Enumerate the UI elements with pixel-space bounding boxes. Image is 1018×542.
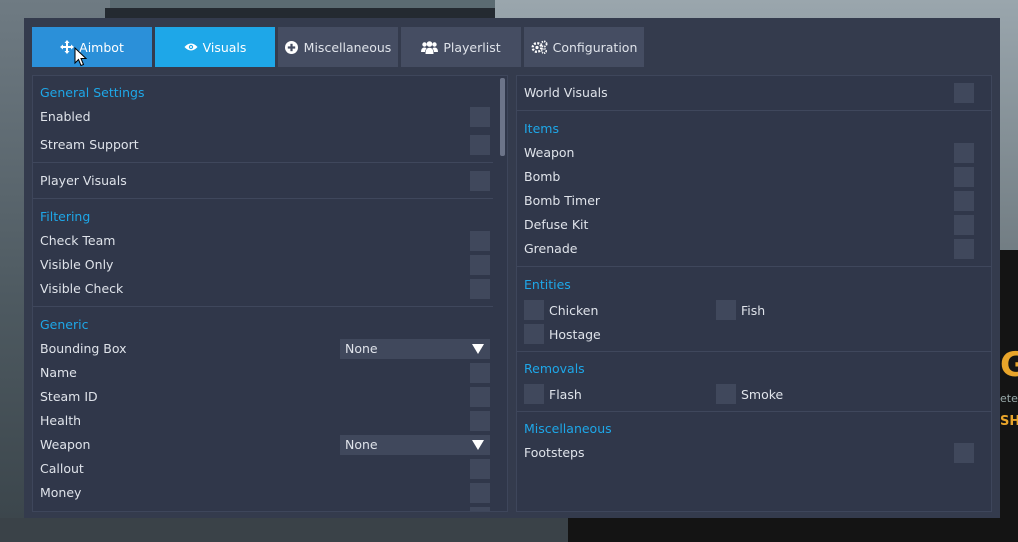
name-label: Name [40,365,77,380]
section-filtering: Filtering [40,209,91,224]
fish-checkbox[interactable] [716,300,736,320]
bomb-timer-label: Bomb Timer [524,193,601,208]
bomb-label: Bomb [524,169,561,184]
bounding-box-value: None [345,341,378,356]
section-generic: Generic [40,317,89,332]
health-checkbox[interactable] [470,411,490,431]
defuse-kit-checkbox[interactable] [954,215,974,235]
callout-label: Callout [40,461,84,476]
plus-circle-icon [285,40,299,54]
tab-configuration[interactable]: Configuration [524,27,644,67]
bomb-timer-checkbox[interactable] [954,191,974,211]
tab-miscellaneous-label: Miscellaneous [303,39,392,55]
check-team-checkbox[interactable] [470,231,490,251]
chicken-checkbox[interactable] [524,300,544,320]
visible-only-label: Visible Only [40,257,114,272]
dropdown-arrow-icon [472,344,484,354]
divider [517,266,991,267]
tab-configuration-label: Configuration [552,39,638,55]
player-visuals-label: Player Visuals [40,173,127,188]
background-orange-text: SH [1000,414,1018,429]
grenade-checkbox[interactable] [954,239,974,259]
bounding-box-label: Bounding Box [40,341,127,356]
world-visuals-checkbox[interactable] [954,83,974,103]
scrollbar-thumb[interactable] [500,78,505,156]
bounding-box-select[interactable]: None [340,339,490,359]
users-icon [421,40,439,54]
visible-check-checkbox[interactable] [470,279,490,299]
check-team-label: Check Team [40,233,116,248]
player-visuals-checkbox[interactable] [470,171,490,191]
cheat-menu-window: Aimbot Visuals Miscellaneous Playerlist … [24,18,1000,518]
tab-playerlist-label: Playerlist [443,39,501,55]
item-weapon-label: Weapon [524,145,575,160]
divider [517,411,991,412]
fish-label: Fish [741,303,766,318]
move-arrows-icon [60,40,75,54]
footsteps-checkbox[interactable] [954,443,974,463]
name-checkbox[interactable] [470,363,490,383]
smoke-checkbox[interactable] [716,384,736,404]
smoke-label: Smoke [741,387,784,402]
tab-visuals[interactable]: Visuals [155,27,275,67]
section-removals: Removals [524,361,585,376]
player-visuals-panel: General Settings Enabled Stream Support … [32,75,508,512]
dropdown-arrow-icon [472,440,484,450]
visible-check-label: Visible Check [40,281,124,296]
mouse-cursor-icon [74,47,88,67]
bomb-checkbox[interactable] [954,167,974,187]
tab-visuals-label: Visuals [202,39,247,55]
world-visuals-label: World Visuals [524,85,608,100]
background-bottom [0,518,568,542]
weapon-select[interactable]: None [340,435,490,455]
steam-id-label: Steam ID [40,389,98,404]
background-small-text: ete [1000,392,1018,405]
background-logo-text: G [1000,345,1018,385]
section-entities: Entities [524,277,571,292]
stream-support-checkbox[interactable] [470,135,490,155]
enabled-label: Enabled [40,109,91,124]
next-option-checkbox[interactable] [470,507,490,511]
divider [33,198,493,199]
flash-checkbox[interactable] [524,384,544,404]
steam-id-checkbox[interactable] [470,387,490,407]
world-visuals-panel: World Visuals Items Weapon Bomb Bomb Tim… [516,75,992,512]
money-checkbox[interactable] [470,483,490,503]
gears-icon [531,40,548,54]
tab-miscellaneous[interactable]: Miscellaneous [278,27,398,67]
flash-label: Flash [549,387,582,402]
footsteps-label: Footsteps [524,445,585,460]
tab-aimbot[interactable]: Aimbot [32,27,152,67]
divider [517,110,991,111]
section-miscellaneous: Miscellaneous [524,421,612,436]
callout-checkbox[interactable] [470,459,490,479]
enabled-checkbox[interactable] [470,107,490,127]
weapon-label: Weapon [40,437,91,452]
weapon-value: None [345,437,378,452]
eye-icon [184,40,198,54]
hostage-checkbox[interactable] [524,324,544,344]
grenade-label: Grenade [524,241,578,256]
section-items: Items [524,121,559,136]
stream-support-label: Stream Support [40,137,139,152]
section-general-settings: General Settings [40,85,145,100]
tab-bar: Aimbot Visuals Miscellaneous Playerlist … [32,27,644,67]
visible-only-checkbox[interactable] [470,255,490,275]
health-label: Health [40,413,82,428]
hostage-label: Hostage [549,327,601,342]
chicken-label: Chicken [549,303,599,318]
defuse-kit-label: Defuse Kit [524,217,589,232]
item-weapon-checkbox[interactable] [954,143,974,163]
divider [33,162,493,163]
divider [517,351,991,352]
tab-playerlist[interactable]: Playerlist [401,27,521,67]
money-label: Money [40,485,82,500]
divider [33,306,493,307]
